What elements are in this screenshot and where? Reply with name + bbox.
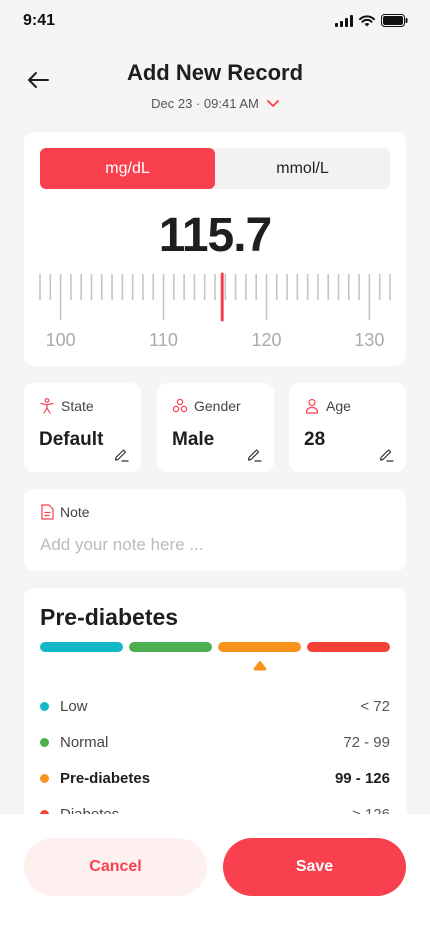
ruler-label: 110 [149,330,178,350]
unit-toggle: mg/dL mmol/L [40,148,390,189]
gender-value: Male [172,429,215,450]
accessibility-icon [40,398,54,414]
age-value: 28 [304,429,326,450]
value-ruler[interactable]: 100 110 120 130 [24,270,406,360]
range-row: Low < 72 [40,688,390,724]
range-row: Normal 72 - 99 [40,724,390,760]
ruler-label: 120 [251,330,281,350]
unit-option-mmol[interactable]: mmol/L [215,148,390,189]
range-name: Low [60,697,88,715]
state-value: Default [39,429,104,450]
range-card: Pre-diabetes Low < 72 Normal 72 - 99 Pre-dia… [24,588,406,848]
note-label-row: Note [40,504,90,520]
gender-label: Gender [194,398,241,414]
range-title: Pre-diabetes [40,604,179,630]
range-dot [40,737,49,747]
reading-value: 115.7 [158,209,272,262]
save-button[interactable]: Save [223,838,406,896]
range-name: Normal [60,733,109,751]
age-card[interactable]: Age 28 [289,383,406,472]
state-card[interactable]: State Default [24,383,141,472]
wifi-icon [359,14,375,26]
cancel-button[interactable]: Cancel [24,838,207,896]
ruler-label: 130 [354,330,384,350]
reading-card: mg/dL mmol/L 115.7 100 110 120 130 [24,132,406,366]
range-value: 99 - 126 [334,769,390,787]
signal-icon [335,14,353,27]
chevron-down-icon [266,99,279,107]
range-bar-low [40,642,123,652]
range-list: Low < 72 Normal 72 - 99 Pre-diabetes 99 - 126… [40,688,390,832]
range-bar-diabetes [307,642,390,652]
status-time: 9:41 [23,12,56,29]
range-bars [40,642,390,652]
gender-card[interactable]: Gender Male [157,383,274,472]
range-row: Pre-diabetes 99 - 126 [40,760,390,796]
range-value: < 72 [360,697,390,715]
edit-icon[interactable] [246,446,262,462]
range-dot [40,701,49,711]
person-icon [305,398,319,414]
edit-icon[interactable] [378,446,394,462]
unit-option-mgdl[interactable]: mg/dL [40,148,215,189]
range-bar-pre-diabetes [218,642,301,652]
range-bar-normal [129,642,212,652]
status-bar: 9:41 [0,0,430,44]
header: Add New Record Dec 23 · 09:41 AM [0,56,430,120]
age-label: Age [326,398,351,414]
page-title: Add New Record [126,60,304,85]
range-marker-icon [253,660,266,671]
gender-label-row: Gender [172,398,241,414]
footer: Cancel Save [0,814,430,932]
battery-icon [381,14,408,27]
datetime-text: Dec 23 · 09:41 AM [151,96,259,111]
state-label-row: State [39,398,94,414]
range-dot [40,773,49,783]
edit-icon[interactable] [113,446,129,462]
note-input[interactable] [40,535,390,555]
note-card: Note [24,489,406,571]
gender-icon [172,398,188,413]
document-icon [41,504,54,520]
ruler-label: 100 [46,330,76,350]
state-label: State [61,398,94,414]
datetime-picker[interactable]: Dec 23 · 09:41 AM [0,96,430,111]
age-label-row: Age [304,398,351,414]
status-icons [335,14,408,27]
range-value: 72 - 99 [343,733,390,751]
note-label: Note [60,504,90,520]
range-name: Pre-diabetes [60,769,151,787]
